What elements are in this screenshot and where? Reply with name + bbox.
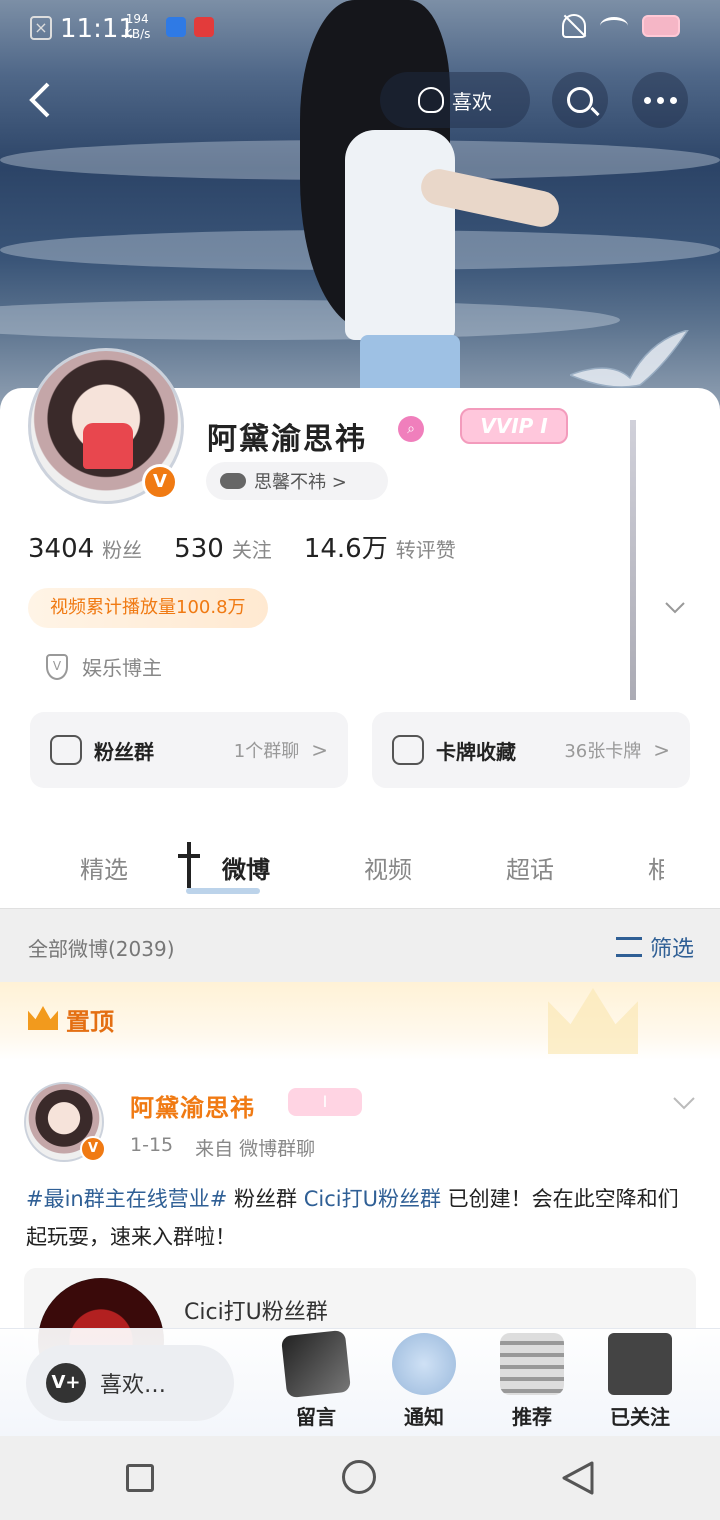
tab-supertopic[interactable]: 超话	[506, 850, 554, 885]
filter-icon	[615, 937, 642, 957]
bottom-bar: V+ 喜欢… 留言 通知 推荐 已关注	[0, 1328, 720, 1436]
filter-bar: 全部微博(2039) 筛选	[0, 908, 720, 982]
fan-group-box[interactable]: 粉丝群 1个群聊 >	[30, 712, 348, 788]
fan-group-chip[interactable]: 思馨不祎 >	[206, 462, 388, 500]
all-posts-count: 全部微博(2039)	[28, 937, 175, 961]
cloud-icon	[220, 473, 246, 489]
verified-badge: V	[80, 1136, 106, 1162]
profile-page: × 11:11 194 KB/s 喜欢 V 阿黛渝思祎 ⌕ VVIP I 思馨不…	[0, 0, 720, 1520]
active-tab-indicator	[186, 888, 260, 894]
crown-decoration-icon	[548, 988, 638, 1054]
more-dots-icon	[643, 96, 677, 104]
status-bar: × 11:11 194 KB/s	[0, 0, 720, 60]
profile-tag: V 娱乐博主	[46, 652, 162, 681]
home-button[interactable]	[342, 1460, 376, 1494]
recents-button[interactable]	[126, 1464, 154, 1492]
chevron-down-icon[interactable]	[672, 1090, 696, 1114]
back-arrow-icon	[29, 82, 50, 118]
stat-reposts[interactable]: 14.6万 转评赞	[304, 528, 456, 565]
bottom-nav-followed[interactable]: 已关注	[600, 1333, 680, 1430]
pinned-post[interactable]: V 阿黛渝思祎 I 1-15 来自 微博群聊 #最in群主在线营业# 粉丝群 C…	[0, 1060, 720, 1358]
fan-group-chip-label: 思馨不祎 >	[254, 472, 347, 493]
group-link[interactable]: Cici打U粉丝群	[304, 1187, 441, 1211]
card-star-icon	[392, 735, 424, 765]
post-meta: 1-15 来自 微博群聊	[130, 1134, 316, 1160]
notification-x-icon: ×	[30, 16, 52, 40]
crown-icon	[28, 1006, 58, 1030]
search-icon	[567, 87, 593, 113]
shield-icon: V	[46, 653, 68, 680]
profile-stats: 3404 粉丝 530 关注 14.6万 转评赞	[28, 528, 456, 565]
chevron-right-icon: >	[311, 738, 328, 762]
cross-decoration-icon	[178, 842, 200, 888]
like-button[interactable]: 喜欢	[380, 72, 530, 128]
verified-badge: V	[142, 464, 178, 500]
v-plus-icon: V+	[46, 1363, 86, 1403]
network-speed: 194 KB/s	[124, 12, 151, 41]
tab-weibo[interactable]: 微博	[222, 850, 270, 885]
mute-bell-icon	[562, 14, 586, 38]
sword-decoration-icon	[600, 420, 670, 710]
bottom-nav-recommend[interactable]: 推荐	[492, 1333, 572, 1430]
notification-icon	[392, 1333, 456, 1395]
search-user-icon[interactable]: ⌕	[398, 416, 424, 442]
followed-icon	[608, 1333, 672, 1395]
bird-decoration-icon	[570, 330, 689, 388]
video-plays-pill[interactable]: 视频累计播放量100.8万	[28, 588, 268, 628]
group-icon	[50, 735, 82, 765]
system-nav-bar	[0, 1436, 720, 1520]
bottom-nav-notify[interactable]: 通知	[384, 1333, 464, 1430]
recommend-icon	[500, 1333, 564, 1395]
like-hand-icon	[418, 87, 444, 113]
back-button[interactable]	[28, 82, 52, 118]
search-button[interactable]	[552, 72, 608, 128]
battery-icon	[642, 15, 680, 37]
wifi-icon	[600, 17, 628, 35]
post-author[interactable]: 阿黛渝思祎	[130, 1088, 255, 1123]
message-icon	[280, 1329, 352, 1399]
tab-featured[interactable]: 精选	[80, 850, 128, 885]
stat-followers[interactable]: 3404 粉丝	[28, 534, 142, 564]
profile-name: 阿黛渝思祎	[207, 422, 367, 457]
more-button[interactable]	[632, 72, 688, 128]
chevron-right-icon: >	[653, 738, 670, 762]
pinned-header: 置顶	[0, 982, 720, 1060]
hashtag-link[interactable]: #最in群主在线营业#	[26, 1187, 227, 1211]
bottom-nav-message[interactable]: 留言	[276, 1329, 356, 1430]
filter-button[interactable]: 筛选	[615, 931, 694, 963]
tab-video[interactable]: 视频	[364, 850, 412, 885]
stat-following[interactable]: 530 关注	[174, 534, 272, 564]
chevron-down-icon[interactable]	[664, 596, 686, 618]
like-button-label: 喜欢	[452, 89, 492, 114]
app-notification-icon	[166, 17, 186, 37]
post-text: #最in群主在线营业# 粉丝群 Cici打U粉丝群 已创建！会在此空降和们起玩耍…	[26, 1187, 679, 1249]
like-pill-button[interactable]: V+ 喜欢…	[26, 1345, 234, 1421]
app-notification-icon	[194, 17, 214, 37]
vip-badge[interactable]: VVIP I	[460, 408, 568, 444]
profile-tabs: 精选 微博 视频 超话 相	[0, 832, 720, 908]
card-collection-box[interactable]: 卡牌收藏 36张卡牌 >	[372, 712, 690, 788]
post-vip-badge: I	[288, 1088, 362, 1116]
tab-album[interactable]: 相	[648, 850, 664, 885]
back-triangle-icon[interactable]	[560, 1460, 596, 1496]
